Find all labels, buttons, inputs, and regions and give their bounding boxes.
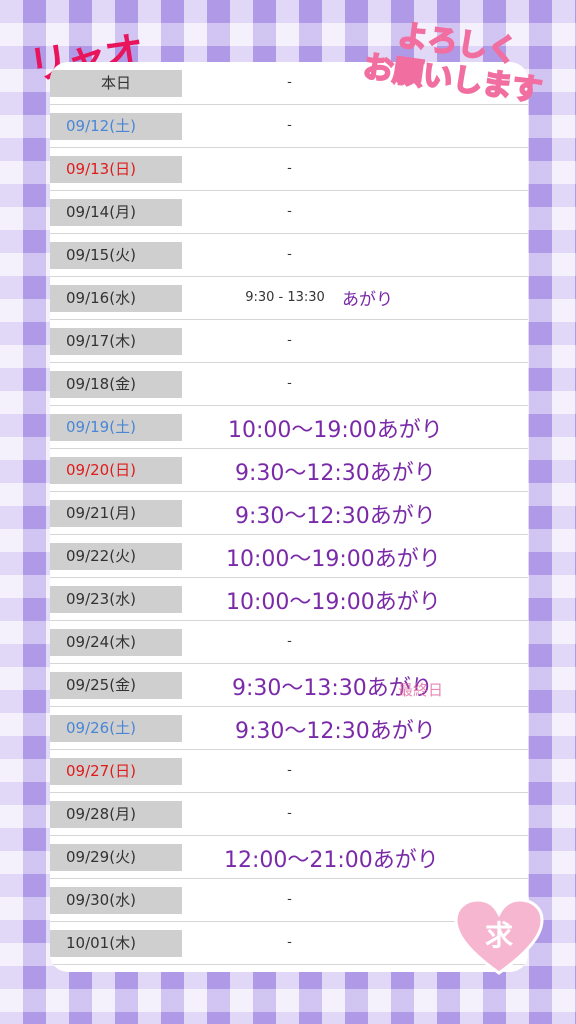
schedule-row: 09/29(火) 12:00〜21:00あがり xyxy=(50,836,528,879)
schedule-date: 09/25(金) xyxy=(50,672,182,699)
schedule-date: 09/13(日) xyxy=(50,156,182,183)
schedule-handwritten: 12:00〜21:00あがり xyxy=(224,848,439,873)
schedule-value: - xyxy=(287,376,292,391)
schedule-date: 09/30(水) xyxy=(50,887,182,914)
schedule-row: 09/21(月) 9:30〜12:30あがり xyxy=(50,492,528,535)
schedule-handwritten: 9:30〜12:30あがり xyxy=(235,461,436,486)
schedule-row: 09/17(木) - xyxy=(50,320,528,363)
schedule-date: 09/17(木) xyxy=(50,328,182,355)
schedule-value: - xyxy=(287,204,292,219)
schedule-row: 09/13(日) - xyxy=(50,148,528,191)
schedule-date: 09/12(土) xyxy=(50,113,182,140)
schedule-row: 09/15(火) - xyxy=(50,234,528,277)
schedule-row: 09/23(水) 10:00〜19:00あがり xyxy=(50,578,528,621)
schedule-value: - xyxy=(287,763,292,778)
schedule-date: 10/01(木) xyxy=(50,930,182,957)
schedule-date: 09/24(木) xyxy=(50,629,182,656)
schedule-date: 09/14(月) xyxy=(50,199,182,226)
schedule-row: 09/25(金) 9:30〜13:30あがり xyxy=(50,664,528,707)
schedule-date: 09/16(水) xyxy=(50,285,182,312)
schedule-value: - xyxy=(287,247,292,262)
schedule-handwritten: 10:00〜19:00あがり xyxy=(226,547,441,572)
schedule-date: 09/28(月) xyxy=(50,801,182,828)
heart-char: 求 xyxy=(485,919,513,952)
last-day-note: 最終日 xyxy=(398,681,444,699)
schedule-row: 09/19(土) 10:00〜19:00あがり xyxy=(50,406,528,449)
schedule-value: - xyxy=(287,935,292,950)
schedule-date: 09/15(火) xyxy=(50,242,182,269)
schedule-row: 09/20(日) 9:30〜12:30あがり xyxy=(50,449,528,492)
schedule-handwritten: 9:30〜12:30あがり xyxy=(235,719,436,744)
schedule-handwritten: 10:00〜19:00あがり xyxy=(226,590,441,615)
schedule-panel: 本日 -09/12(土) -09/13(日) -09/14(月) -09/15(火) -0… xyxy=(50,62,528,972)
schedule-row: 09/28(月) - xyxy=(50,793,528,836)
schedule-note: あがり xyxy=(342,290,393,310)
schedule-value: - xyxy=(287,333,292,348)
schedule-value: - xyxy=(287,806,292,821)
schedule-date: 09/21(月) xyxy=(50,500,182,527)
schedule-row: 09/22(火) 10:00〜19:00あがり xyxy=(50,535,528,578)
heart-icon: 求 xyxy=(454,898,544,975)
schedule-row: 09/18(金) - xyxy=(50,363,528,406)
schedule-handwritten: 9:30〜12:30あがり xyxy=(235,504,436,529)
schedule-value: - xyxy=(287,892,292,907)
schedule-handwritten: 10:00〜19:00あがり xyxy=(228,418,443,443)
schedule-date: 09/29(火) xyxy=(50,844,182,871)
schedule-date: 09/22(火) xyxy=(50,543,182,570)
schedule-row: 09/24(木) - xyxy=(50,621,528,664)
schedule-date: 本日 xyxy=(50,70,182,97)
schedule-row: 09/27(日) - xyxy=(50,750,528,793)
schedule-date: 09/23(水) xyxy=(50,586,182,613)
schedule-date: 09/26(土) xyxy=(50,715,182,742)
schedule-value: - xyxy=(287,118,292,133)
schedule-row: 09/14(月) - xyxy=(50,191,528,234)
schedule-date: 09/18(金) xyxy=(50,371,182,398)
schedule-date: 09/27(日) xyxy=(50,758,182,785)
schedule-value: 9:30 - 13:30 xyxy=(245,290,325,305)
schedule-row: 09/26(土) 9:30〜12:30あがり xyxy=(50,707,528,750)
schedule-date: 09/20(日) xyxy=(50,457,182,484)
schedule-value: - xyxy=(287,161,292,176)
schedule-row: 09/16(水) 9:30 - 13:30 あがり xyxy=(50,277,528,320)
schedule-row: 09/12(土) - xyxy=(50,105,528,148)
schedule-value: - xyxy=(287,634,292,649)
schedule-date: 09/19(土) xyxy=(50,414,182,441)
